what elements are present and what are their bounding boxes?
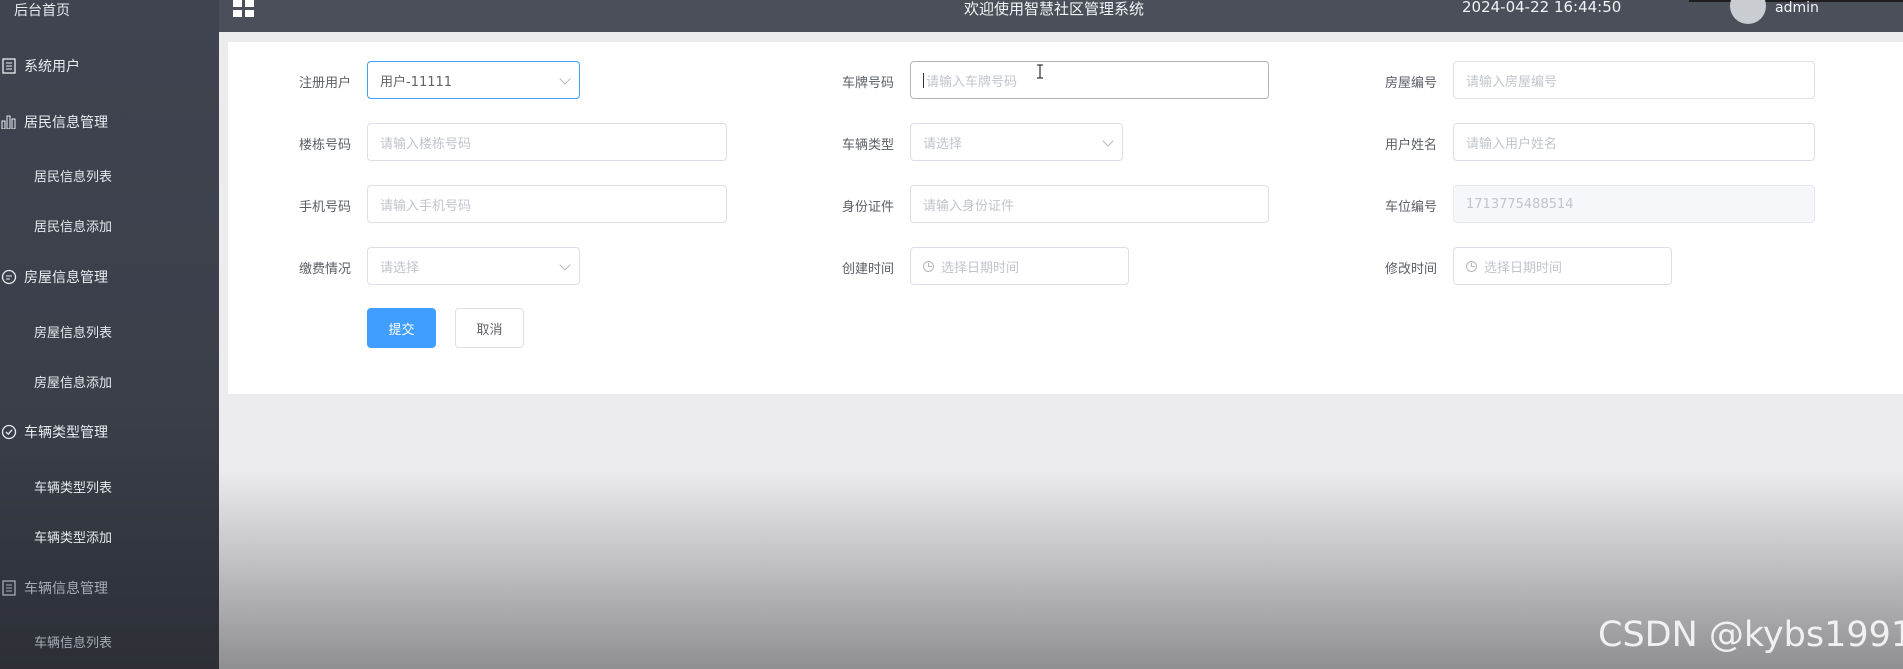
user-name-label: 用户姓名 [1385,138,1438,153]
form-panel: 注册用户 用户-11111 车牌号码 请输入车牌号码 房屋编号 请输入房屋编号 … [228,42,1903,394]
vehicle-type-select[interactable]: 请选择 [910,123,1123,161]
sidebar-item-vehicle-types[interactable]: 车辆类型管理 [0,412,219,452]
sidebar-subitem-vehicle-list[interactable]: 车辆信息列表 [34,632,112,651]
plate-no-input[interactable]: 请输入车牌号码 [910,61,1269,99]
vehicle-type-placeholder: 请选择 [923,136,963,152]
sidebar-subitem-house-add[interactable]: 房屋信息添加 [34,372,112,391]
sidebar-subitem-vehicle-type-list[interactable]: 车辆类型列表 [34,477,112,496]
parking-no-value: 1713775488514 [1466,196,1574,212]
check-circle-icon [0,423,18,441]
document-icon [0,579,18,597]
parking-no-input: 1713775488514 [1453,185,1815,223]
created-at-label: 创建时间 [842,262,895,277]
watermark: CSDN @kybs1991 [1598,615,1903,655]
chevron-down-icon [1102,135,1114,147]
updated-at-placeholder: 选择日期时间 [1484,260,1563,276]
avatar[interactable] [1730,0,1766,24]
top-bar: 欢迎使用智慧社区管理系统 2024-04-22 16:44:50 admin [219,0,1903,32]
text-caret [923,72,924,88]
user-name-input[interactable]: 请输入用户姓名 [1453,123,1815,161]
register-user-select[interactable]: 用户-11111 [367,61,580,99]
parking-no-label: 车位编号 [1385,200,1438,215]
created-at-placeholder: 选择日期时间 [941,260,1020,276]
sidebar-subitem-vehicle-type-add[interactable]: 车辆类型添加 [34,527,112,546]
username[interactable]: admin [1775,0,1819,16]
updated-at-picker[interactable]: 选择日期时间 [1453,247,1672,285]
grid-menu-icon[interactable] [233,0,255,17]
sidebar-subitem-resident-add[interactable]: 居民信息添加 [34,216,112,235]
payment-label: 缴费情况 [299,262,352,277]
text-cursor-icon [1037,64,1043,79]
sidebar-item-label: 车辆信息管理 [24,581,108,597]
payment-select[interactable]: 请选择 [367,247,580,285]
sidebar-item-vehicles[interactable]: 车辆信息管理 [0,568,219,608]
phone-input[interactable]: 请输入手机号码 [367,185,727,223]
id-card-placeholder: 请输入身份证件 [923,198,1015,214]
cancel-button[interactable]: 取消 [455,308,524,348]
submit-button[interactable]: 提交 [367,308,436,348]
sidebar-item-home[interactable]: 后台首页 [0,0,219,30]
sidebar-home-label: 后台首页 [14,3,70,19]
bar-chart-icon [0,113,18,131]
chevron-down-icon [559,259,571,271]
page-title: 欢迎使用智慧社区管理系统 [964,0,1145,18]
building-no-placeholder: 请输入楼栋号码 [380,136,472,152]
sidebar-subitem-house-list[interactable]: 房屋信息列表 [34,322,112,341]
sidebar-item-label: 房屋信息管理 [24,270,108,286]
house-no-label: 房屋编号 [1385,76,1438,91]
chat-icon [0,268,18,286]
user-name-placeholder: 请输入用户姓名 [1466,136,1558,152]
id-card-label: 身份证件 [842,200,895,215]
plate-no-placeholder: 请输入车牌号码 [926,74,1018,90]
house-no-input[interactable]: 请输入房屋编号 [1453,61,1815,99]
current-datetime: 2024-04-22 16:44:50 [1462,0,1622,16]
updated-at-label: 修改时间 [1385,262,1438,277]
building-no-input[interactable]: 请输入楼栋号码 [367,123,727,161]
vehicle-type-label: 车辆类型 [842,138,895,153]
phone-label: 手机号码 [299,200,352,215]
sidebar-item-label: 居民信息管理 [24,115,108,131]
house-no-placeholder: 请输入房屋编号 [1466,74,1558,90]
clock-icon [1466,260,1477,272]
document-icon [0,57,18,75]
register-user-label: 注册用户 [299,76,352,91]
sidebar-item-residents[interactable]: 居民信息管理 [0,102,219,142]
sidebar-item-system-users[interactable]: 系统用户 [0,46,219,86]
sidebar-item-label: 车辆类型管理 [24,425,108,441]
clock-icon [923,260,934,272]
chevron-down-icon [559,73,571,85]
id-card-input[interactable]: 请输入身份证件 [910,185,1269,223]
plate-no-label: 车牌号码 [842,76,895,91]
created-at-picker[interactable]: 选择日期时间 [910,247,1129,285]
sidebar-item-label: 系统用户 [24,59,80,75]
register-user-value: 用户-11111 [380,74,453,90]
sidebar: 后台首页 系统用户 居民信息管理 居民信息列表 居民信息添加 房屋信息管理 房屋… [0,0,219,669]
phone-placeholder: 请输入手机号码 [380,198,472,214]
sidebar-item-houses[interactable]: 房屋信息管理 [0,257,219,297]
building-no-label: 楼栋号码 [299,138,352,153]
payment-placeholder: 请选择 [380,260,420,276]
sidebar-subitem-resident-list[interactable]: 居民信息列表 [34,166,112,185]
